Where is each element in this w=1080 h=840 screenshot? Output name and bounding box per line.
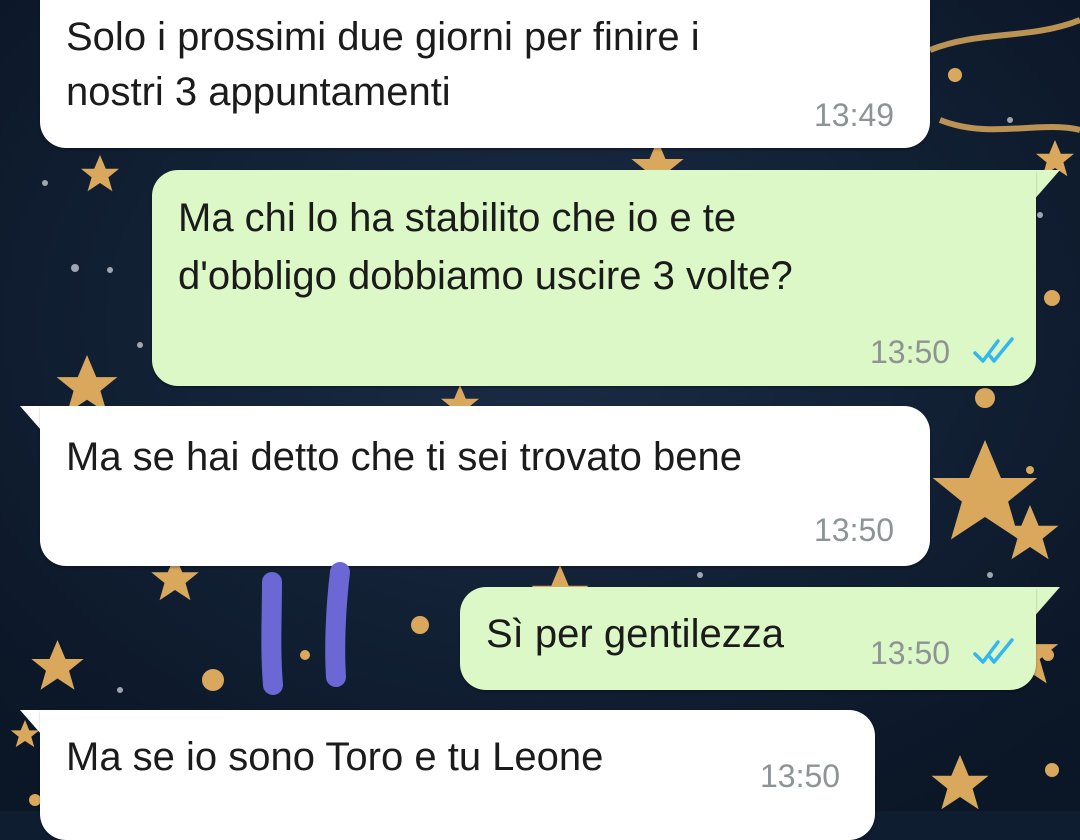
message-text: Ma se hai detto che ti sei trovato bene: [66, 435, 742, 479]
message-text: Ma chi lo ha stabilito che io e te: [178, 196, 737, 240]
scribble-marks: [261, 562, 350, 695]
message-bubble-incoming[interactable]: Solo i prossimi due giorni per finire i …: [40, 0, 930, 148]
message-text: Sì per gentilezza: [486, 612, 784, 656]
message-timestamp: 13:50: [760, 758, 841, 794]
double-check-icon: [973, 337, 1014, 363]
message-timestamp: 13:49: [814, 97, 895, 133]
message-bubble-incoming[interactable]: Ma se hai detto che ti sei trovato bene …: [40, 406, 930, 566]
message-timestamp: 13:50: [870, 635, 951, 671]
message-text: Ma se io sono Toro e tu Leone: [66, 735, 604, 779]
message-text: nostri 3 appuntamenti: [66, 70, 451, 114]
message-timestamp: 13:50: [814, 512, 895, 548]
message-bubble-incoming[interactable]: Ma se io sono Toro e tu Leone 13:50: [40, 710, 875, 840]
message-bubble-outgoing[interactable]: Ma chi lo ha stabilito che io e te d'obb…: [152, 170, 1036, 386]
message-timestamp: 13:50: [870, 334, 951, 370]
double-check-icon: [973, 638, 1014, 664]
message-bubble-outgoing[interactable]: Sì per gentilezza 13:50: [460, 587, 1036, 690]
message-text: d'obbligo dobbiamo uscire 3 volte?: [178, 254, 793, 298]
message-text: Solo i prossimi due giorni per finire i: [66, 15, 700, 59]
